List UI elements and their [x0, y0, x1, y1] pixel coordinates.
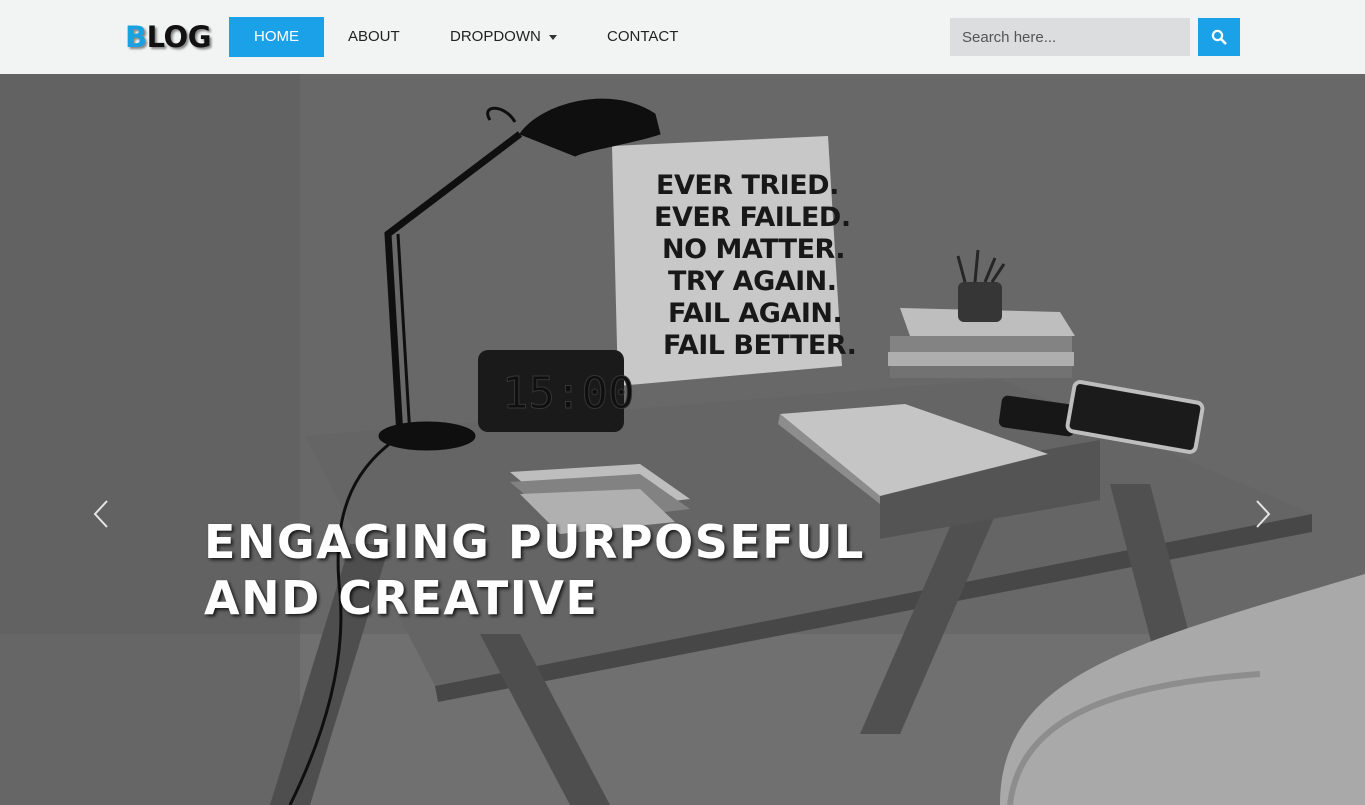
nav-item-about[interactable]: ABOUT: [348, 17, 400, 57]
nav-item-home[interactable]: HOME: [229, 17, 324, 57]
nav-item-dropdown[interactable]: DROPDOWN: [450, 17, 557, 57]
carousel-prev-button[interactable]: [86, 494, 116, 534]
hero-headline-line: AND CREATIVE: [204, 571, 599, 625]
search-input[interactable]: [950, 18, 1190, 56]
carousel-next-button[interactable]: [1248, 494, 1278, 534]
chevron-left-icon: [93, 500, 108, 528]
navbar: BLOG HOME ABOUT DROPDOWN CONTACT: [0, 0, 1365, 74]
search-button[interactable]: [1198, 18, 1240, 56]
nav-item-label: DROPDOWN: [450, 28, 541, 45]
hero-background-image: EVER TRIED. EVER FAILED. NO MATTER. TRY …: [0, 74, 1365, 805]
search-icon: [1211, 29, 1227, 45]
nav-item-contact[interactable]: CONTACT: [607, 17, 678, 57]
nav-item-label: HOME: [254, 28, 299, 45]
hero-headline-line: ENGAGING PURPOSEFUL: [204, 515, 865, 569]
hero-carousel: EVER TRIED. EVER FAILED. NO MATTER. TRY …: [0, 74, 1365, 805]
brand-logo[interactable]: BLOG: [125, 19, 212, 55]
chevron-right-icon: [1256, 500, 1271, 528]
nav-item-label: CONTACT: [607, 28, 679, 45]
nav-item-label: ABOUT: [348, 28, 400, 45]
brand-logo-rest: LOG: [146, 20, 212, 54]
caret-down-icon: [548, 34, 557, 40]
hero-headline: ENGAGING PURPOSEFUL AND CREATIVE: [204, 514, 904, 626]
brand-logo-first-letter: B: [125, 20, 147, 54]
